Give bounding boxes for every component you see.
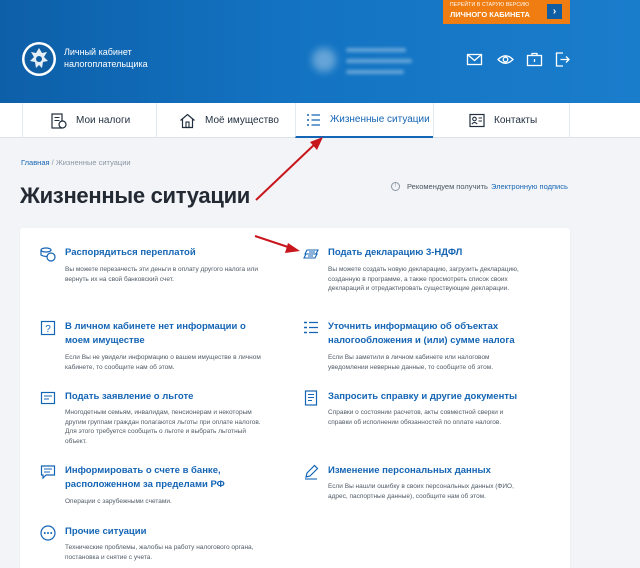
fns-emblem-icon bbox=[22, 42, 56, 76]
recommend-signature: ! Рекомендуем получить Электронную подпи… bbox=[391, 182, 568, 191]
situation-title[interactable]: Запросить справку и другие документы bbox=[328, 390, 533, 404]
mail-icon[interactable] bbox=[466, 51, 483, 68]
situation-title[interactable]: Изменение персональных данных bbox=[328, 464, 533, 478]
tab-my-taxes[interactable]: Мои налоги bbox=[22, 103, 156, 138]
situation-title[interactable]: Подать декларацию 3-НДФЛ bbox=[328, 246, 533, 260]
info-icon: ! bbox=[391, 182, 400, 191]
document-icon bbox=[304, 390, 318, 406]
tab-life-situations[interactable]: Жизненные ситуации bbox=[295, 103, 433, 138]
cabinet-title-line1: Личный кабинет bbox=[64, 47, 132, 57]
application-icon bbox=[40, 391, 56, 405]
situation-desc: Если Вы нашли ошибку в своих персональны… bbox=[328, 483, 514, 500]
annotation-arrow-head bbox=[310, 137, 323, 150]
cabinet-title[interactable]: Личный кабинет налогоплательщика bbox=[64, 46, 164, 70]
situations-card: Распорядиться переплатой Вы можете перез… bbox=[20, 228, 570, 568]
logout-icon[interactable] bbox=[554, 51, 571, 68]
pencil-icon bbox=[305, 464, 319, 480]
situation-desc: Операции с зарубежными счетами. bbox=[65, 498, 172, 505]
situation-desc: Вы можете создать новую декларацию, загр… bbox=[328, 266, 519, 293]
tab-contacts[interactable]: Контакты bbox=[433, 103, 570, 138]
situation-title[interactable]: Подать заявление о льготе bbox=[65, 390, 270, 404]
page-title: Жизненные ситуации bbox=[20, 183, 251, 208]
situation-title[interactable]: Уточнить информацию об объектах налогооб… bbox=[328, 320, 533, 348]
user-name-blurred bbox=[346, 59, 412, 63]
situation-title[interactable]: В личном кабинете нет информации о моем … bbox=[65, 320, 270, 348]
chat-icon bbox=[40, 465, 56, 480]
situation-desc: Если Вы заметили в личном кабинете или н… bbox=[328, 354, 494, 371]
chevron-right-icon[interactable]: › bbox=[547, 4, 562, 19]
taxes-icon bbox=[51, 112, 67, 129]
coins-icon bbox=[40, 247, 56, 262]
situation-title[interactable]: Информировать о счете в банке, расположе… bbox=[65, 464, 270, 492]
situation-title[interactable]: Распорядиться переплатой bbox=[65, 246, 270, 260]
briefcase-icon[interactable] bbox=[526, 51, 543, 68]
user-name-blurred bbox=[346, 48, 406, 52]
user-name-blurred bbox=[346, 70, 404, 74]
avatar[interactable] bbox=[312, 48, 336, 72]
main-nav: Мои налоги Моё имущество Жизненные ситуа… bbox=[0, 103, 640, 138]
tab-label: Моё имущество bbox=[205, 115, 279, 126]
breadcrumb: Главная / Жизненные ситуации bbox=[21, 158, 131, 167]
checklist-icon bbox=[304, 321, 318, 334]
question-icon: ? bbox=[40, 320, 56, 336]
situation-desc: Технические проблемы, жалобы на работу н… bbox=[65, 544, 254, 561]
house-icon bbox=[180, 113, 195, 128]
tab-label: Контакты bbox=[494, 115, 538, 126]
cabinet-title-line2: налогоплательщика bbox=[64, 59, 148, 69]
tab-my-property[interactable]: Моё имущество bbox=[156, 103, 295, 138]
header: ПЕРЕЙТИ В СТАРУЮ ВЕРСИЮ ЛИЧНОГО КАБИНЕТА… bbox=[0, 0, 640, 103]
eye-icon[interactable] bbox=[497, 51, 514, 68]
declaration-icon bbox=[303, 249, 319, 259]
list-icon bbox=[307, 113, 320, 126]
breadcrumb-current: Жизненные ситуации bbox=[55, 158, 131, 167]
tab-label: Жизненные ситуации bbox=[330, 114, 430, 125]
svg-text:?: ? bbox=[45, 324, 51, 335]
situation-title[interactable]: Прочие ситуации bbox=[65, 525, 270, 539]
more-icon bbox=[40, 525, 56, 541]
recommend-text: Рекомендуем получить bbox=[407, 182, 488, 191]
situation-desc: Вы можете перезачесть эти деньги в оплат… bbox=[65, 266, 259, 283]
breadcrumb-home-link[interactable]: Главная bbox=[21, 158, 50, 167]
electronic-signature-link[interactable]: Электронную подпись bbox=[491, 182, 568, 191]
situation-desc: Если Вы не увидели информацию о вашем им… bbox=[65, 354, 261, 371]
situation-desc: Справки о состоянии расчетов, акты совме… bbox=[328, 409, 504, 426]
situation-desc: Многодетным семьям, инвалидам, пенсионер… bbox=[65, 409, 261, 445]
old-version-banner[interactable]: ПЕРЕЙТИ В СТАРУЮ ВЕРСИЮ ЛИЧНОГО КАБИНЕТА… bbox=[443, 0, 570, 24]
contacts-icon bbox=[469, 113, 485, 128]
annotation-arrow-tab bbox=[255, 142, 317, 201]
tab-label: Мои налоги bbox=[76, 115, 131, 126]
